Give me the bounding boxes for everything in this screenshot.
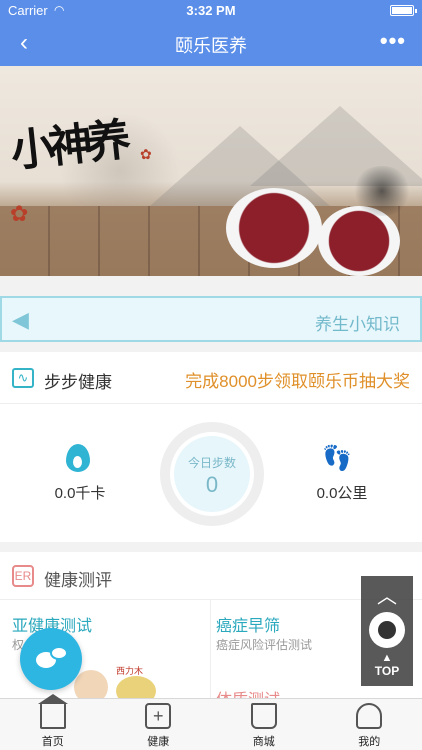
pulse-icon: ∿ <box>12 368 34 388</box>
ink-splash-shape <box>352 166 412 216</box>
tab-home[interactable]: 首页 <box>0 694 106 750</box>
banner-calligraphy: 小神养 <box>8 114 128 178</box>
shopping-bag-icon <box>250 703 277 729</box>
home-icon <box>37 694 68 729</box>
health-evaluation-header: ER 健康测评 <box>0 552 422 600</box>
cancer-screening-subtitle: 癌症风险评估测试 <box>216 638 313 652</box>
distance-value: 0.0公里 <box>316 485 368 502</box>
berry-bowl-image <box>226 188 322 268</box>
tab-home-label: 首页 <box>41 736 64 748</box>
step-health-title: 步步健康 <box>44 373 112 392</box>
user-icon <box>356 703 383 729</box>
back-to-top-button[interactable]: ︿ ▲ TOP <box>361 576 413 686</box>
top-label: TOP <box>374 664 400 678</box>
illustration-shape <box>74 670 108 698</box>
status-bar: Carrier ◠ 3:32 PM <box>0 0 422 22</box>
footprints-icon: 👣 <box>322 445 352 472</box>
cancer-screening-title[interactable]: 癌症早筛 <box>216 612 280 636</box>
top-bar: Carrier ◠ 3:32 PM ‹ 颐乐医养 ••• <box>0 0 422 66</box>
flame-icon <box>66 444 90 472</box>
step-health-header[interactable]: ∿ 步步健康 完成8000步领取颐乐币抽大奖 <box>0 352 422 404</box>
customer-service-icon[interactable] <box>369 612 405 648</box>
page-title: 颐乐医养 <box>175 36 247 56</box>
chevron-up-small-icon: ▲ <box>381 652 393 664</box>
chat-bubble-icon <box>50 646 68 660</box>
plum-blossom-icon: ✿ <box>140 146 152 162</box>
tab-health[interactable]: 健康 <box>106 699 212 750</box>
health-kit-icon <box>145 703 172 729</box>
calories-value: 0.0千卡 <box>54 485 106 502</box>
health-tips-banner[interactable]: ◀ 养生小知识 <box>0 296 422 342</box>
column-divider <box>210 600 211 698</box>
evaluation-icon: ER <box>12 565 34 587</box>
illustration-tag: 西力木 <box>116 666 144 676</box>
more-options-button[interactable]: ••• <box>380 28 406 54</box>
health-tips-label: 养生小知识 <box>315 315 400 334</box>
today-steps-caption: 今日步数 <box>187 456 236 470</box>
maple-leaf-icon: ✿ <box>10 201 29 226</box>
step-counter-inner: 今日步数 0 <box>174 436 250 512</box>
step-count-value: 0 <box>205 472 219 497</box>
step-counter-ring[interactable]: 今日步数 0 <box>160 422 264 526</box>
step-promo-link[interactable]: 完成8000步领取颐乐币抽大奖 <box>185 367 410 392</box>
status-time: 3:32 PM <box>186 3 236 18</box>
battery-icon <box>390 5 417 16</box>
constitution-test-title[interactable]: 体质测试 <box>216 686 280 698</box>
health-evaluation-title: 健康测评 <box>44 571 112 590</box>
berry-bowl-image <box>318 206 400 276</box>
tab-mall[interactable]: 商城 <box>211 699 317 750</box>
banner-image[interactable]: 小神养 ✿ ✿ <box>0 66 422 276</box>
tab-health-label: 健康 <box>147 736 170 748</box>
step-health-card: ∿ 步步健康 完成8000步领取颐乐币抽大奖 0.0千卡 今日步数 0 👣 0.… <box>0 352 422 542</box>
tab-me[interactable]: 我的 <box>317 699 422 750</box>
illustration-shape <box>116 676 156 698</box>
bottom-tab-bar: 首页 健康 商城 我的 <box>0 694 422 750</box>
tab-mall-label: 商城 <box>252 736 275 748</box>
chevron-up-icon: ︿ <box>377 586 397 608</box>
chat-floating-button[interactable] <box>20 628 82 690</box>
tab-me-label: 我的 <box>358 736 381 748</box>
speaker-icon: ◀ <box>12 307 29 332</box>
